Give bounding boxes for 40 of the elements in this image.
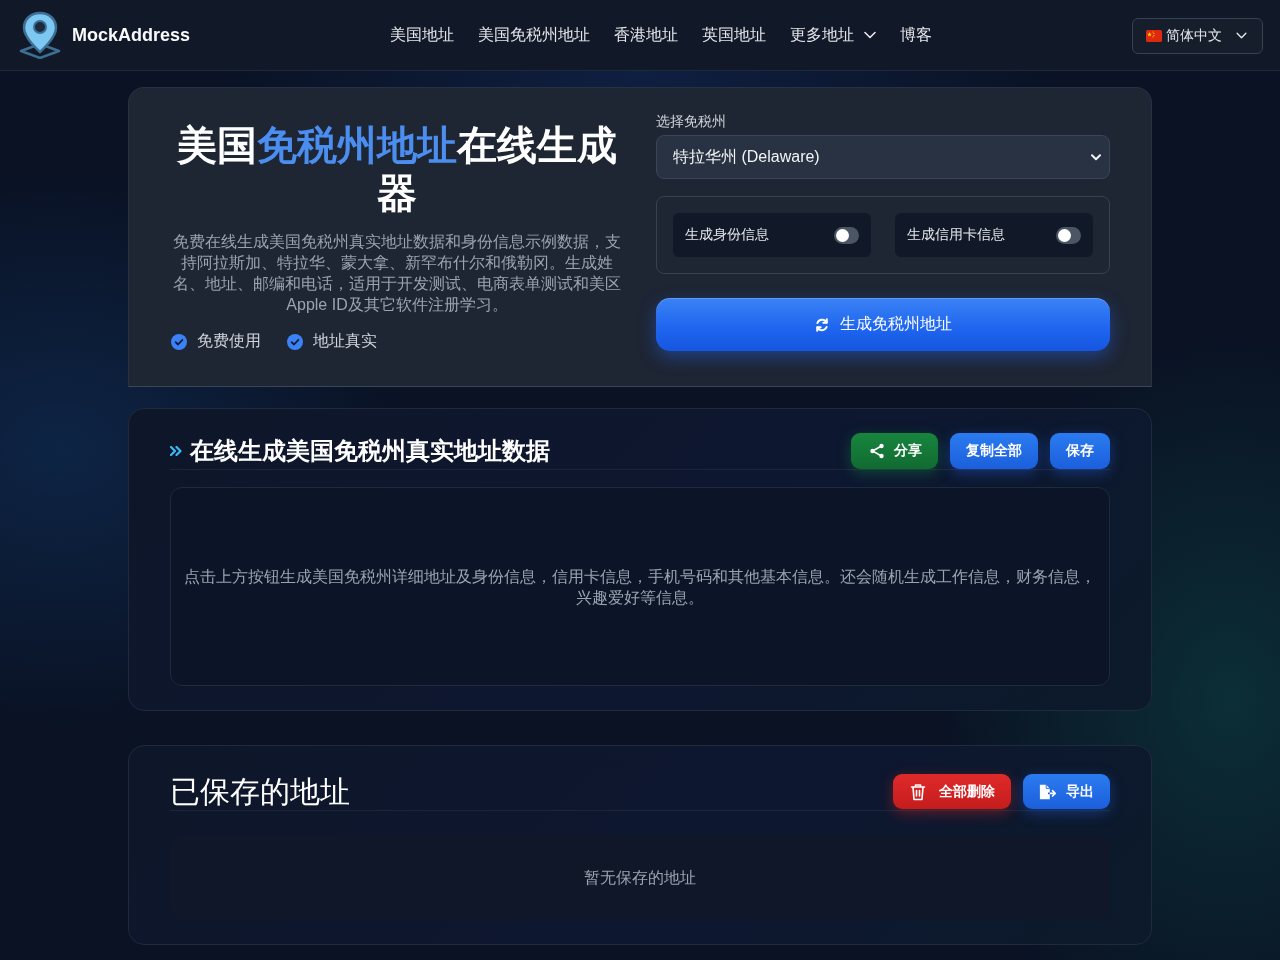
share-icon <box>869 442 885 459</box>
double-chevron-icon <box>170 445 182 456</box>
nav-link[interactable]: 博客 <box>900 24 932 46</box>
hero-title: 美国免税州地址在线生成器 <box>176 122 618 217</box>
map-pin-icon <box>18 11 62 59</box>
feature-label: 地址真实 <box>313 331 377 351</box>
placeholder-text: 点击上方按钮生成美国免税州详细地址及身份信息，信用卡信息，手机号码和其他基本信息。还会随机生成工作信息，财务信息，兴趣爱好等信息。 <box>183 566 1097 608</box>
flag-icon <box>1146 29 1162 42</box>
check-circle-icon <box>171 333 187 350</box>
export-button[interactable]: 导出 <box>1023 774 1110 809</box>
toggle-label: 生成信用卡信息 <box>907 226 1005 244</box>
refresh-icon <box>814 316 830 333</box>
generate-button[interactable]: 生成免税州地址 <box>656 298 1110 351</box>
nav-link[interactable]: 美国免税州地址 <box>478 24 590 46</box>
chevron-down-icon <box>864 31 876 39</box>
nav-link[interactable]: 更多地址 <box>790 24 876 46</box>
field-label: 选择免税州 <box>656 112 726 130</box>
share-button[interactable]: 分享 <box>851 432 938 469</box>
delete-all-button[interactable]: 全部删除 <box>893 774 1011 809</box>
check-circle-icon <box>287 333 303 350</box>
save-button[interactable]: 保存 <box>1050 432 1110 469</box>
toggle-switch[interactable] <box>834 226 859 244</box>
nav-link[interactable]: 美国地址 <box>390 24 454 46</box>
section-title: 已保存的地址 <box>170 773 350 810</box>
export-icon <box>1039 782 1057 801</box>
toggle-label: 生成身份信息 <box>685 226 769 244</box>
copy-all-button[interactable]: 复制全部 <box>950 432 1038 469</box>
nav-link[interactable]: 香港地址 <box>614 24 678 46</box>
empty-state-text: 暂无保存的地址 <box>584 867 696 888</box>
chevron-down-icon <box>1091 153 1101 161</box>
feature-label: 免费使用 <box>197 331 261 351</box>
trash-icon <box>909 782 927 801</box>
toggle-switch[interactable] <box>1056 226 1081 244</box>
section-title: 在线生成美国免税州真实地址数据 <box>190 435 550 466</box>
language-selector[interactable]: 简体中文 <box>1132 17 1263 54</box>
hero-description: 免费在线生成美国免税州真实地址数据和身份信息示例数据，支持阿拉斯加、特拉华、蒙大拿、新罕布什尔和俄勒冈。生成姓名、地址、邮编和电话，适用于开发测试、电商表单测试和美区Apple ID及其它软件注册学习。 <box>172 232 622 315</box>
site-name[interactable]: MockAddress <box>72 24 191 46</box>
nav-link[interactable]: 英国地址 <box>702 24 766 46</box>
state-select[interactable]: 特拉华州 (Delaware) <box>656 135 1110 179</box>
chevron-down-icon <box>1236 32 1247 39</box>
